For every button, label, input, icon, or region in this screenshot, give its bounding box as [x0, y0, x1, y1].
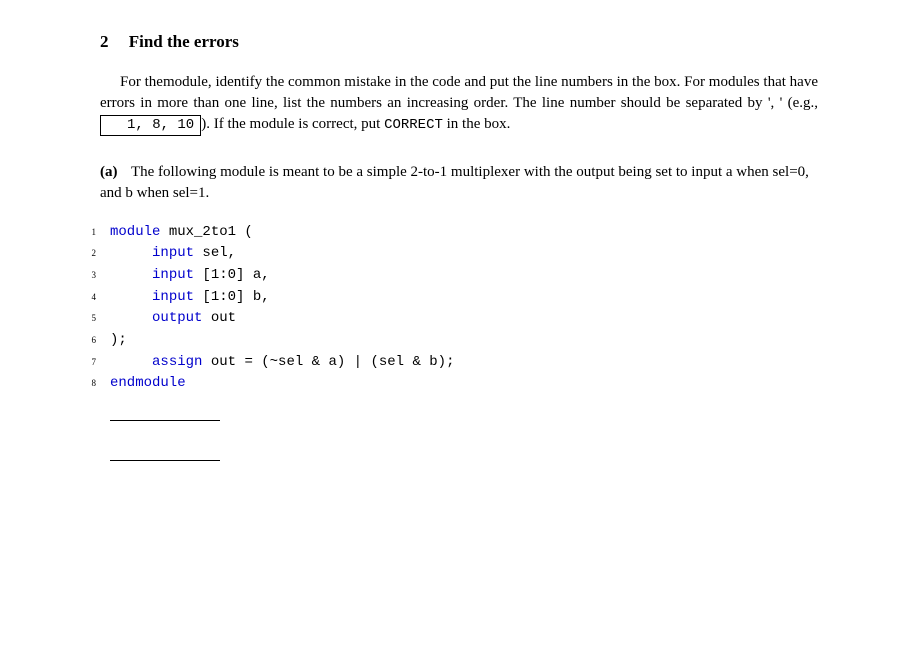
line-number: 4 — [72, 291, 96, 305]
example-box: 1, 8, 10 — [100, 115, 201, 136]
answer-blank-1 — [110, 403, 220, 421]
intro-text-2: ). If the module is correct, put — [201, 116, 384, 132]
section-number: 2 — [100, 30, 109, 54]
code-text: input [1:0] a, — [110, 265, 270, 287]
code-text: output out — [110, 308, 236, 330]
code-line: 5 output out — [72, 308, 818, 330]
code-text: module mux_2to1 ( — [110, 222, 253, 244]
line-number: 8 — [72, 377, 96, 391]
section-title: Find the errors — [129, 32, 239, 51]
code-text: input [1:0] b, — [110, 287, 270, 309]
code-line: 3 input [1:0] a, — [72, 265, 818, 287]
intro-text-3: in the box. — [443, 116, 511, 132]
correct-literal: CORRECT — [384, 117, 443, 133]
item-a-paragraph: (a) The following module is meant to be … — [100, 162, 818, 204]
line-number: 6 — [72, 334, 96, 348]
intro-paragraph: For themodule, identify the common mista… — [100, 72, 818, 136]
line-number: 1 — [72, 226, 96, 240]
line-number: 3 — [72, 269, 96, 283]
code-line: 8 endmodule — [72, 373, 818, 395]
code-text: endmodule — [110, 373, 186, 395]
code-block: 1module mux_2to1 (2 input sel,3 input [1… — [72, 222, 818, 396]
code-text: assign out = (~sel & a) | (sel & b); — [110, 352, 454, 374]
section-header: 2 Find the errors — [100, 30, 818, 54]
intro-text-1: For themodule, identify the common mista… — [100, 74, 818, 111]
code-line: 4 input [1:0] b, — [72, 287, 818, 309]
line-number: 7 — [72, 356, 96, 370]
item-a-text: The following module is meant to be a si… — [100, 164, 809, 201]
code-text: input sel, — [110, 243, 236, 265]
code-line: 6); — [72, 330, 818, 352]
code-line: 7 assign out = (~sel & a) | (sel & b); — [72, 352, 818, 374]
code-line: 1 module mux_2to1 ( — [72, 222, 818, 244]
line-number: 2 — [72, 247, 96, 261]
code-text: ); — [110, 330, 127, 352]
code-line: 2 input sel, — [72, 243, 818, 265]
line-number: 5 — [72, 312, 96, 326]
answer-blank-2 — [110, 443, 220, 461]
item-a-label: (a) — [100, 164, 118, 180]
